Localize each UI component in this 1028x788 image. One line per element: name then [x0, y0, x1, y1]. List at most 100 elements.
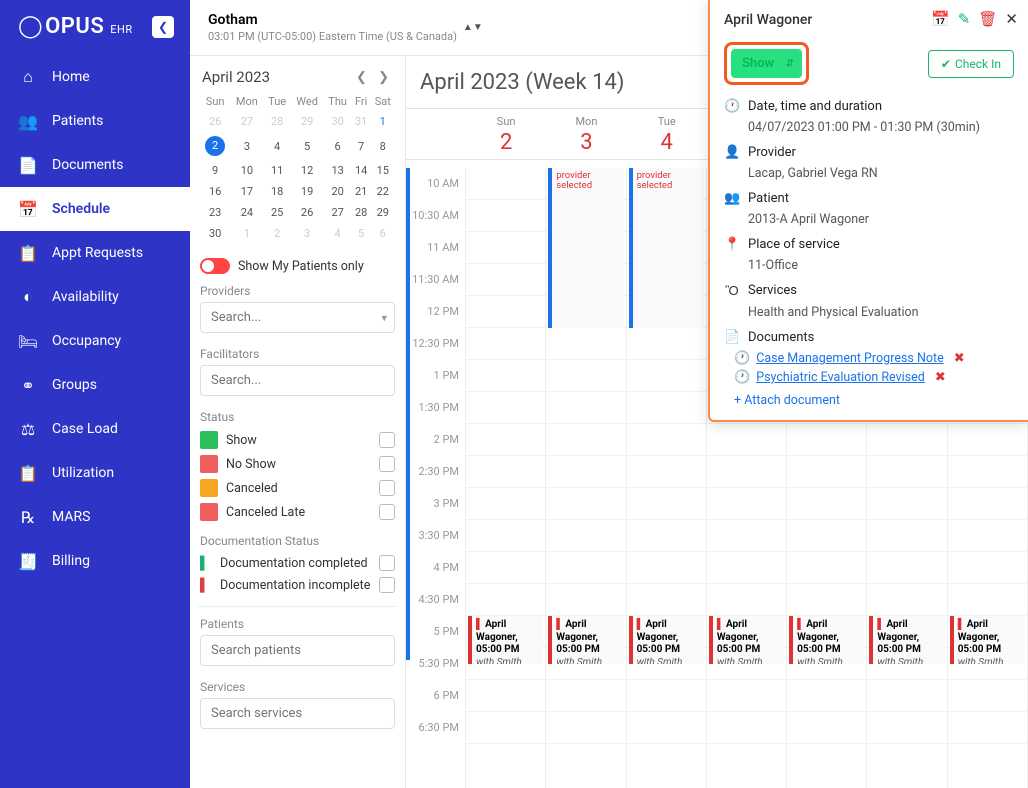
mini-cal-day[interactable]: 6	[323, 132, 351, 160]
mini-cal-day[interactable]: 27	[230, 111, 263, 132]
mini-cal-day[interactable]: 29	[291, 111, 324, 132]
mini-cal-day[interactable]: 7	[352, 132, 371, 160]
providers-search-input[interactable]	[200, 302, 395, 333]
mini-cal-day[interactable]: 24	[230, 202, 263, 223]
sidebar-item-documents[interactable]: 📄Documents	[0, 143, 190, 187]
day-column[interactable]: provider selected ▌April Wagoner, 05:00 P…	[627, 168, 707, 788]
time-label: 2:30 PM	[406, 456, 465, 488]
mini-cal-day[interactable]: 1	[371, 111, 395, 132]
mini-cal-day[interactable]: 13	[323, 160, 351, 181]
mini-cal-day[interactable]: 26	[200, 111, 230, 132]
time-label: 12 PM	[406, 296, 465, 328]
appointment-block[interactable]: ▌April Wagoner, 05:00 PMwith Smith, Stev…	[548, 616, 623, 664]
check-in-button[interactable]: ✔ Check In	[928, 50, 1014, 78]
mini-cal-day[interactable]: 4	[323, 223, 351, 244]
mini-cal-day[interactable]: 25	[264, 202, 291, 223]
patients-search-input[interactable]	[200, 635, 395, 666]
delete-icon[interactable]: 🗑	[978, 10, 997, 28]
appointment-block[interactable]: ▌April Wagoner, 05:00 PMwith Smith, Stev…	[629, 616, 704, 664]
provider-selected-block[interactable]: provider selected	[629, 168, 704, 328]
mini-cal-day[interactable]: 12	[291, 160, 324, 181]
mini-cal-day[interactable]: 15	[371, 160, 395, 181]
mini-cal-day[interactable]: 20	[323, 181, 351, 202]
org-name: Gotham	[208, 12, 457, 28]
logo-row: ◯OPUS EHR ❮	[0, 0, 190, 47]
mini-cal-day[interactable]: 19	[291, 181, 324, 202]
services-search-input[interactable]	[200, 698, 395, 729]
mini-cal-day[interactable]: 4	[264, 132, 291, 160]
sidebar-item-schedule[interactable]: 📅Schedule	[0, 187, 190, 231]
appointment-block[interactable]: ▌April Wagoner, 05:00 PMwith Smith, Stev…	[950, 616, 1025, 664]
mini-calendar[interactable]: SunMonTueWedThuFriSat 262728293031123456…	[200, 92, 395, 244]
mini-cal-day[interactable]: 2	[264, 223, 291, 244]
remove-doc-icon[interactable]: ✖	[935, 370, 946, 385]
doc-status-checkbox[interactable]	[379, 555, 395, 571]
mini-cal-day[interactable]: 11	[264, 160, 291, 181]
mini-cal-day[interactable]: 1	[230, 223, 263, 244]
doc-status-checkbox[interactable]	[379, 577, 395, 593]
remove-doc-icon[interactable]: ✖	[954, 351, 965, 366]
mini-cal-day[interactable]: 28	[352, 202, 371, 223]
mini-cal-day[interactable]: 27	[323, 202, 351, 223]
nav-label: Availability	[52, 289, 119, 305]
appointment-block[interactable]: ▌April Wagoner, 05:00 PMwith Smith, Stev…	[468, 616, 543, 664]
mini-cal-day[interactable]: 30	[323, 111, 351, 132]
mini-cal-day[interactable]: 5	[291, 132, 324, 160]
mini-cal-day[interactable]: 3	[291, 223, 324, 244]
appointment-status-select[interactable]: Show	[731, 49, 802, 78]
sidebar-item-groups[interactable]: ⚭Groups	[0, 363, 190, 407]
nav-label: Groups	[52, 377, 97, 393]
mini-cal-day[interactable]: 29	[371, 202, 395, 223]
sidebar-item-appt-requests[interactable]: 📋Appt Requests	[0, 231, 190, 275]
calendar-icon[interactable]: 📅	[931, 10, 950, 28]
sidebar-collapse-button[interactable]: ❮	[152, 16, 174, 38]
mini-cal-day[interactable]: 10	[230, 160, 263, 181]
edit-icon[interactable]: ✎	[958, 10, 971, 28]
close-icon[interactable]: ✕	[1005, 10, 1018, 28]
day-column[interactable]: ▌April Wagoner, 05:00 PMwith Smith, Stev…	[466, 168, 546, 788]
sidebar-item-case-load[interactable]: ⚖Case Load	[0, 407, 190, 451]
sidebar-item-utilization[interactable]: 📋Utilization	[0, 451, 190, 495]
show-my-patients-toggle[interactable]	[200, 258, 230, 274]
sidebar-item-billing[interactable]: 🧾Billing	[0, 539, 190, 583]
mini-cal-day[interactable]: 14	[352, 160, 371, 181]
document-link[interactable]: Case Management Progress Note	[756, 351, 944, 366]
mini-cal-day[interactable]: 17	[230, 181, 263, 202]
sidebar-item-mars[interactable]: ℞MARS	[0, 495, 190, 539]
mini-cal-day[interactable]: 16	[200, 181, 230, 202]
day-column[interactable]: provider selected ▌April Wagoner, 05:00 P…	[546, 168, 626, 788]
status-checkbox[interactable]	[379, 456, 395, 472]
mini-cal-day[interactable]: 3	[230, 132, 263, 160]
status-checkbox[interactable]	[379, 432, 395, 448]
chevron-down-icon[interactable]: ▾	[381, 311, 387, 324]
facilitators-search-input[interactable]	[200, 365, 395, 396]
document-link[interactable]: Psychiatric Evaluation Revised	[756, 370, 925, 385]
appointment-block[interactable]: ▌April Wagoner, 05:00 PMwith Smith, Stev…	[789, 616, 864, 664]
appointment-block[interactable]: ▌April Wagoner, 05:00 PMwith Smith, Stev…	[709, 616, 784, 664]
mini-cal-next-icon[interactable]: ❯	[374, 70, 393, 85]
mini-cal-day[interactable]: 21	[352, 181, 371, 202]
mini-cal-day[interactable]: 9	[200, 160, 230, 181]
sidebar-item-patients[interactable]: 👥Patients	[0, 99, 190, 143]
mini-cal-day[interactable]: 26	[291, 202, 324, 223]
sidebar-item-occupancy[interactable]: 🛏Occupancy	[0, 319, 190, 363]
mini-cal-day[interactable]: 2	[200, 132, 230, 160]
mini-cal-prev-icon[interactable]: ❮	[352, 70, 371, 85]
mini-cal-day[interactable]: 5	[352, 223, 371, 244]
sidebar-item-home[interactable]: ⌂Home	[0, 55, 190, 99]
provider-selected-block[interactable]: provider selected	[548, 168, 623, 328]
mini-cal-day[interactable]: 8	[371, 132, 395, 160]
mini-cal-day[interactable]: 31	[352, 111, 371, 132]
mini-cal-day[interactable]: 23	[200, 202, 230, 223]
status-checkbox[interactable]	[379, 504, 395, 520]
mini-cal-day[interactable]: 6	[371, 223, 395, 244]
sidebar-item-availability[interactable]: ◐Availability	[0, 275, 190, 319]
mini-cal-day[interactable]: 30	[200, 223, 230, 244]
mini-cal-day[interactable]: 28	[264, 111, 291, 132]
mini-cal-day[interactable]: 18	[264, 181, 291, 202]
mini-cal-day[interactable]: 22	[371, 181, 395, 202]
status-checkbox[interactable]	[379, 480, 395, 496]
appointment-block[interactable]: ▌April Wagoner, 05:00 PMwith Smith, Stev…	[869, 616, 944, 664]
org-switcher-icon[interactable]: ▲▼	[463, 22, 483, 33]
attach-document-link[interactable]: + Attach document	[734, 393, 1014, 408]
